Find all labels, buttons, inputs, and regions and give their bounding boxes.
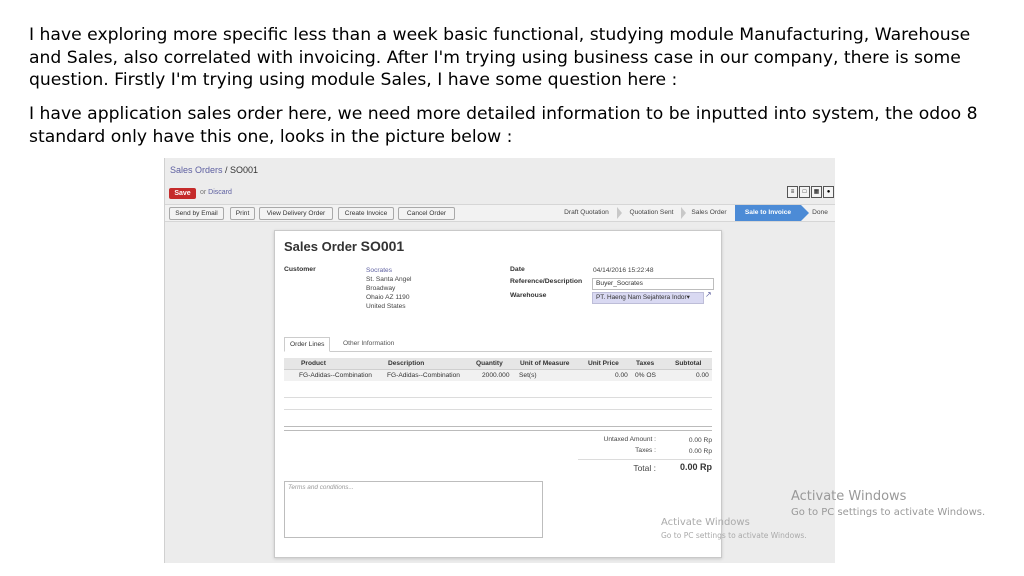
stage-separator [617,207,622,219]
cell-uom: Set(s) [519,372,537,379]
stage-sales-order[interactable]: Sales Order [686,205,732,221]
calendar-view-icon[interactable]: ▦ [811,186,822,198]
activate-windows-title: Activate Windows [791,489,907,504]
tab-other-information[interactable]: Other Information [338,337,399,350]
activate-windows-subtitle: Go to PC settings to activate Windows. [791,507,986,518]
breadcrumb-sales-orders-link[interactable]: Sales Orders [170,165,223,175]
cell-taxes: 0% OS [635,372,656,379]
taxes-value: 0.00 Rp [688,448,712,455]
untaxed-amount-value: 0.00 Rp [688,437,712,444]
stage-draft-quotation[interactable]: Draft Quotation [558,205,615,221]
graph-view-icon[interactable]: ● [823,186,834,198]
cell-description: FG-Adidas--Combination [387,372,460,379]
address-line: Ohaio AZ 1190 [366,294,410,301]
terms-textarea[interactable]: Terms and conditions... [284,481,543,538]
col-product: Product [301,360,326,367]
question-paragraph-2: I have application sales order here, we … [29,104,978,147]
total-label: Total : [633,463,656,473]
create-invoice-button[interactable]: Create Invoice [338,207,394,220]
col-subtotal: Subtotal [675,360,702,367]
warehouse-label: Warehouse [510,292,547,299]
stage-sale-to-invoice[interactable]: Sale to Invoice [735,205,801,221]
reference-label: Reference/Description [510,278,583,285]
address-line: Broadway [366,285,396,292]
cell-unit-price: 0.00 [615,372,628,379]
cell-subtotal: 0.00 [696,372,709,379]
activate-windows-sub-inner: Go to PC settings to activate Windows. [661,531,807,540]
page-title: Sales Order SO001 [284,238,404,254]
col-quantity: Quantity [476,360,503,367]
question-paragraph-1: I have exploring more specific less than… [29,25,971,90]
list-view-icon[interactable]: ≡ [787,186,798,198]
col-unit-price: Unit Price [588,360,619,367]
customer-address: Socrates St. Santa Angel Broadway Ohaio … [366,266,411,311]
total-divider [578,459,712,460]
send-by-email-button[interactable]: Send by Email [169,207,224,220]
odoo-screenshot: Sales Orders / SO001 Save or Discard ≡ □… [164,158,835,563]
col-unit-of-measure: Unit of Measure [520,360,570,367]
discard-area: or Discard [200,189,232,196]
view-switcher: ≡ □ ▦ ● [787,186,834,198]
customer-label: Customer [284,266,316,273]
breadcrumb-separator: / [222,165,231,175]
view-delivery-order-button[interactable]: View Delivery Order [259,207,333,220]
table-footer-rule [284,426,712,431]
customer-name-link[interactable]: Socrates [366,266,411,275]
date-value[interactable]: 04/14/2016 15:22:48 [593,267,654,274]
stage-quotation-sent[interactable]: Quotation Sent [623,205,680,221]
form-tabs: Order Lines Other Information [284,337,712,352]
or-text: or [200,189,209,196]
activate-windows-title-inner: Activate Windows [661,517,750,528]
action-toolbar: Send by Email Print View Delivery Order … [165,204,835,222]
untaxed-amount-label: Untaxed Amount : [603,436,656,443]
col-taxes: Taxes [636,360,655,367]
cell-quantity: 2000.000 [482,372,510,379]
reference-input[interactable]: Buyer_Socrates [592,278,714,290]
save-button[interactable]: Save [169,188,196,199]
print-button[interactable]: Print [230,207,255,220]
sales-order-form: Sales Order SO001 Customer Socrates St. … [274,230,722,558]
discard-link[interactable]: Discard [208,189,232,196]
cancel-order-button[interactable]: Cancel Order [398,207,455,220]
date-label: Date [510,266,525,273]
cell-product: FG-Adidas--Combination [299,372,372,379]
order-number: SO001 [360,238,405,254]
stage-done[interactable]: Done [805,205,835,221]
taxes-label: Taxes : [635,447,656,454]
breadcrumb-current: SO001 [230,165,259,175]
address-line: St. Santa Angel [366,276,412,283]
title-prefix: Sales Order [284,239,361,254]
order-lines-header: Product Description Quantity Unit of Mea… [284,358,712,370]
col-description: Description [388,360,425,367]
table-divider [284,409,712,410]
table-row[interactable]: FG-Adidas--Combination FG-Adidas--Combin… [284,370,712,381]
tab-order-lines[interactable]: Order Lines [284,337,331,352]
table-divider [284,397,712,398]
warehouse-select[interactable]: PT. Haeng Nam Sejahtera Indor▾ [592,292,704,304]
address-line: United States [366,303,406,310]
total-value: 0.00 Rp [679,462,712,472]
external-link-icon[interactable]: ↗ [705,290,712,299]
form-view-icon[interactable]: □ [799,186,810,198]
breadcrumb: Sales Orders / SO001 [170,165,258,175]
